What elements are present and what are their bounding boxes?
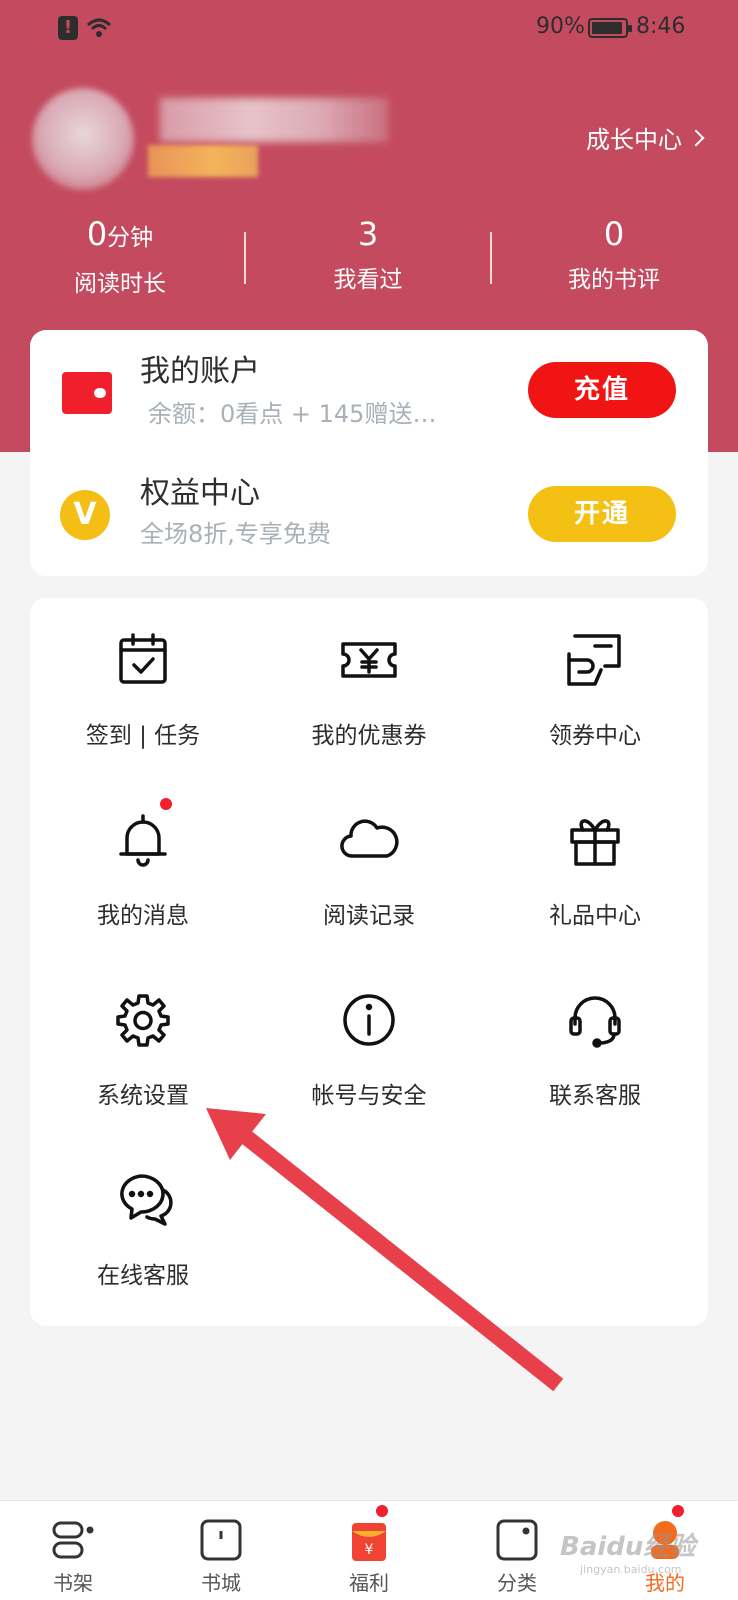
book-icon: [200, 1519, 242, 1561]
menu-reading-history[interactable]: 阅读记录: [256, 778, 482, 958]
menu-system-settings[interactable]: 系统设置: [30, 958, 256, 1138]
menu-my-coupons[interactable]: 我的优惠券: [256, 598, 482, 778]
menu-label: 礼品中心: [549, 903, 641, 929]
tab-category[interactable]: 分类: [462, 1501, 572, 1600]
recharge-button[interactable]: 充值: [528, 362, 676, 418]
username-blurred: [160, 98, 388, 142]
headset-icon: [569, 996, 621, 1048]
tab-label: 书架: [53, 1571, 93, 1595]
tab-welfare[interactable]: ¥ 福利: [314, 1501, 424, 1600]
gift-icon: [570, 819, 620, 866]
calendar-check-icon: [119, 633, 167, 684]
battery-percent: 90%: [536, 14, 585, 39]
feature-grid: 签到 | 任务 我的优惠券 领券中心 我的消息 阅读记录 礼品中心 系统设置 帐…: [30, 598, 708, 1326]
stat-unit: 分钟: [107, 225, 154, 251]
gear-icon: [116, 994, 170, 1047]
watermark: Baidu经验 jingyan.baidu.com: [560, 1526, 730, 1586]
vip-description: 全场8折,专享免费: [140, 520, 331, 548]
stat-reading-time[interactable]: 0分钟 阅读时长: [20, 214, 220, 298]
menu-label: 领券中心: [549, 723, 641, 749]
menu-online-service[interactable]: 在线客服: [30, 1138, 256, 1318]
menu-coupon-center[interactable]: 领券中心: [482, 598, 708, 778]
svg-text:¥: ¥: [365, 1542, 374, 1558]
reading-stats: 0分钟 阅读时长 3 我看过 0 我的书评: [0, 214, 738, 297]
tab-bookstore[interactable]: 书城: [166, 1501, 276, 1600]
growth-center-label: 成长中心: [586, 126, 682, 154]
tab-bookshelf[interactable]: 书架: [18, 1501, 128, 1600]
menu-label: 我的消息: [97, 903, 189, 929]
stat-label: 阅读时长: [74, 271, 166, 297]
status-bar: ! 90% 8:46: [0, 10, 738, 46]
stat-viewed[interactable]: 3 我看过: [268, 214, 468, 294]
category-icon: [496, 1519, 538, 1561]
menu-label: 签到 | 任务: [85, 723, 201, 749]
growth-center-link[interactable]: 成长中心: [586, 120, 705, 155]
stat-value: 3: [357, 215, 379, 253]
level-badge-blurred: [148, 145, 258, 177]
menu-label: 我的优惠券: [311, 723, 427, 749]
stat-value: 0: [86, 215, 108, 253]
menu-my-messages[interactable]: 我的消息: [30, 778, 256, 958]
wallet-icon: [62, 372, 112, 414]
bookshelf-icon: [52, 1521, 94, 1559]
bell-icon: [119, 814, 167, 867]
menu-label: 系统设置: [97, 1083, 189, 1109]
menu-label: 联系客服: [549, 1083, 641, 1109]
vip-title[interactable]: 权益中心: [140, 468, 260, 512]
battery-icon: [588, 18, 632, 38]
notification-dot: [672, 1505, 684, 1517]
unread-dot: [160, 798, 172, 810]
stat-reviews[interactable]: 0 我的书评: [514, 214, 714, 294]
menu-checkin-tasks[interactable]: 签到 | 任务: [30, 598, 256, 778]
red-envelope-icon: ¥: [352, 1523, 386, 1561]
stat-divider: [244, 232, 246, 284]
tab-label: 福利: [349, 1571, 389, 1595]
stat-label: 我看过: [333, 267, 403, 293]
menu-label: 阅读记录: [323, 903, 415, 929]
notification-dot: [376, 1505, 388, 1517]
menu-label: 帐号与安全: [311, 1083, 427, 1109]
chevron-right-icon: [687, 129, 705, 146]
info-icon: [343, 994, 395, 1046]
vip-icon: V: [60, 490, 110, 540]
clock: 8:46: [636, 14, 686, 39]
menu-contact-service[interactable]: 联系客服: [482, 958, 708, 1138]
menu-gift-center[interactable]: 礼品中心: [482, 778, 708, 958]
chat-bubbles-icon: [120, 1174, 173, 1226]
wifi-icon: [86, 18, 112, 37]
account-title[interactable]: 我的账户: [140, 346, 260, 390]
account-balance: 余额：0看点 + 145赠送…: [148, 400, 437, 428]
coupon-hand-icon: [567, 634, 621, 686]
watermark-url: jingyan.baidu.com: [580, 1563, 682, 1576]
alert-icon: !: [58, 16, 78, 40]
vip-open-button[interactable]: 开通: [528, 486, 676, 542]
stat-label: 我的书评: [568, 267, 660, 293]
menu-account-security[interactable]: 帐号与安全: [256, 958, 482, 1138]
tab-label: 书城: [201, 1571, 241, 1595]
account-card: 我的账户 余额：0看点 + 145赠送… 充值 V 权益中心 全场8折,专享免费…: [30, 330, 708, 576]
cloud-icon: [340, 819, 399, 858]
menu-label: 在线客服: [97, 1263, 189, 1289]
avatar[interactable]: [32, 88, 134, 190]
tab-label: 分类: [497, 1571, 537, 1595]
stat-divider: [490, 232, 492, 284]
stat-value: 0: [603, 215, 625, 253]
watermark-text: Baidu经验: [560, 1532, 696, 1562]
coupon-icon: [341, 642, 397, 678]
